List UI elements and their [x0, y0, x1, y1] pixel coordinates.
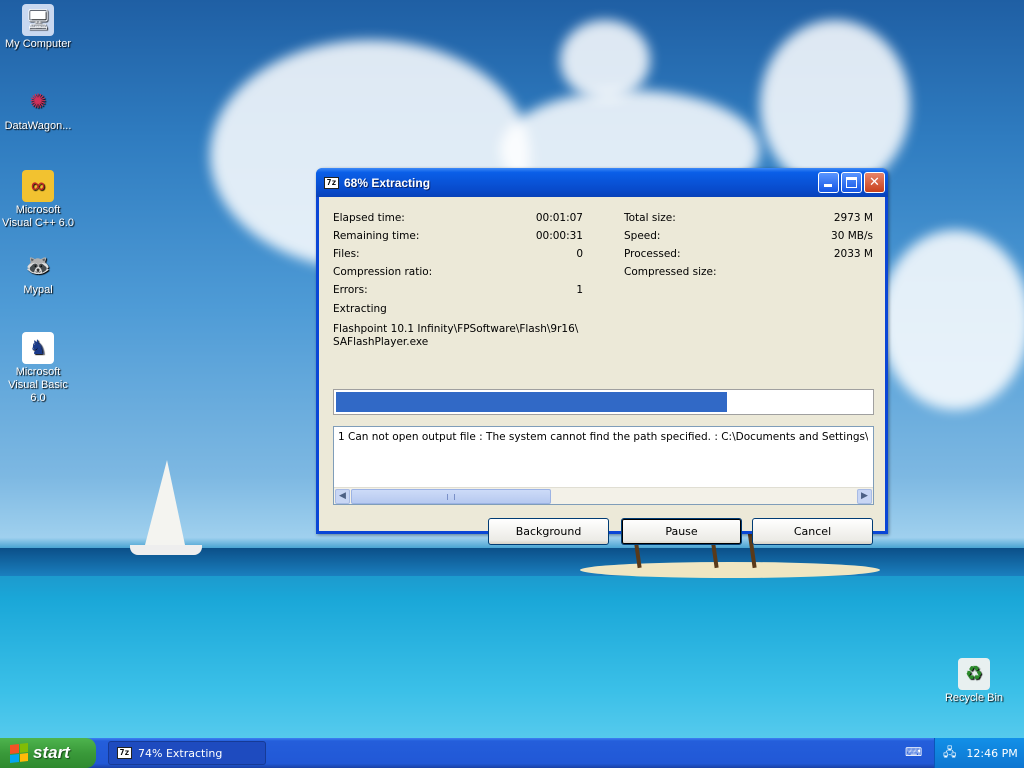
- start-button[interactable]: start: [0, 738, 96, 768]
- current-file-path: Flashpoint 10.1 Infinity\FPSoftware\Flas…: [333, 323, 579, 335]
- desktop-icon-mypal[interactable]: 🦝 Mypal: [0, 250, 76, 297]
- taskbar-item-extracting[interactable]: 7z 74% Extracting: [108, 741, 266, 765]
- remaining-time-label: Remaining time:: [333, 230, 420, 242]
- scroll-right-button[interactable]: ▶: [857, 489, 872, 504]
- desktop-icon-visual-cpp[interactable]: ∞ Microsoft Visual C++ 6.0: [0, 170, 76, 230]
- compression-ratio-label: Compression ratio:: [333, 266, 433, 278]
- 7zip-app-icon: 7z: [117, 747, 132, 759]
- taskbar: start 7z 74% Extracting ⌨ 🖧 12:46 PM: [0, 738, 1024, 768]
- network-icon[interactable]: 🖧: [943, 743, 956, 764]
- maximize-icon: [846, 177, 857, 188]
- window-titlebar[interactable]: 7z 68% Extracting ✕: [316, 168, 888, 197]
- elapsed-time-value: 00:01:07: [535, 212, 583, 224]
- cancel-button[interactable]: Cancel: [752, 518, 873, 545]
- keyboard-icon[interactable]: ⌨: [905, 745, 922, 759]
- desktop-icon-label: Mypal: [23, 284, 53, 296]
- error-log-list[interactable]: 1 Can not open output file : The system …: [333, 426, 874, 505]
- extraction-progress-bar: [333, 389, 874, 415]
- remaining-time-value: 00:00:31: [535, 230, 583, 242]
- datawagon-shortcut-icon: ✺: [29, 90, 47, 113]
- clock[interactable]: 12:46 PM: [966, 747, 1017, 760]
- speed-label: Speed:: [624, 230, 661, 242]
- close-icon: ✕: [869, 175, 880, 190]
- horizontal-scrollbar[interactable]: ◀ ▶: [334, 487, 873, 504]
- window-client-area: Elapsed time: 00:01:07 Remaining time: 0…: [319, 197, 885, 545]
- recycle-bin-icon: ♻: [958, 658, 990, 690]
- desktop-icon-datawagon[interactable]: ✺ DataWagon...: [0, 86, 76, 133]
- errors-label: Errors:: [333, 284, 368, 296]
- system-tray: 🖧 12:46 PM: [934, 738, 1024, 768]
- current-file-name: SAFlashPlayer.exe: [333, 336, 429, 348]
- window-title: 68% Extracting: [344, 175, 431, 190]
- desktop-icon-label: Microsoft Visual C++ 6.0: [2, 204, 74, 229]
- mypal-shortcut-icon: 🦝: [25, 254, 51, 277]
- progress-fill: [336, 392, 727, 412]
- background-button[interactable]: Background: [488, 518, 609, 545]
- grip-icon: [447, 494, 455, 500]
- operation-label: Extracting: [333, 303, 387, 315]
- log-line[interactable]: 1 Can not open output file : The system …: [338, 431, 868, 443]
- total-size-value: 2973 M: [833, 212, 873, 224]
- processed-value: 2033 M: [833, 248, 873, 260]
- computer-icon: 🖥: [22, 4, 54, 36]
- close-button[interactable]: ✕: [864, 172, 885, 193]
- desktop-icon-label: Recycle Bin: [944, 692, 1004, 704]
- extract-progress-window: 7z 68% Extracting ✕ Elapsed time: 00:01:…: [316, 168, 888, 545]
- desktop-icon-label: Microsoft Visual Basic 6.0: [8, 366, 68, 404]
- windows-logo-icon: [10, 743, 28, 763]
- pause-button[interactable]: Pause: [621, 518, 742, 545]
- maximize-button[interactable]: [841, 172, 862, 193]
- minimize-icon: [824, 184, 832, 187]
- scroll-left-button[interactable]: ◀: [335, 489, 350, 504]
- visual-cpp-shortcut-icon: ∞: [22, 170, 54, 202]
- start-label: start: [33, 743, 70, 762]
- taskbar-item-label: 74% Extracting: [138, 746, 223, 760]
- elapsed-time-label: Elapsed time:: [333, 212, 405, 224]
- minimize-button[interactable]: [818, 172, 839, 193]
- errors-value: 1: [576, 284, 583, 296]
- total-size-label: Total size:: [624, 212, 676, 224]
- desktop-icon-recycle-bin[interactable]: ♻ Recycle Bin: [936, 658, 1012, 705]
- desktop-icon-my-computer[interactable]: 🖥 My Computer: [0, 4, 76, 51]
- 7zip-app-icon: 7z: [324, 176, 339, 189]
- speed-value: 30 MB/s: [831, 230, 873, 242]
- visual-basic-shortcut-icon: ♞: [22, 332, 54, 364]
- desktop-icon-visual-basic[interactable]: ♞ Microsoft Visual Basic 6.0: [0, 332, 76, 405]
- processed-label: Processed:: [624, 248, 681, 260]
- files-value: 0: [576, 248, 583, 260]
- files-label: Files:: [333, 248, 360, 260]
- desktop-icon-label: DataWagon...: [4, 120, 72, 132]
- scrollbar-thumb[interactable]: [351, 489, 551, 504]
- compressed-size-label: Compressed size:: [624, 266, 717, 278]
- desktop-icon-label: My Computer: [4, 38, 72, 50]
